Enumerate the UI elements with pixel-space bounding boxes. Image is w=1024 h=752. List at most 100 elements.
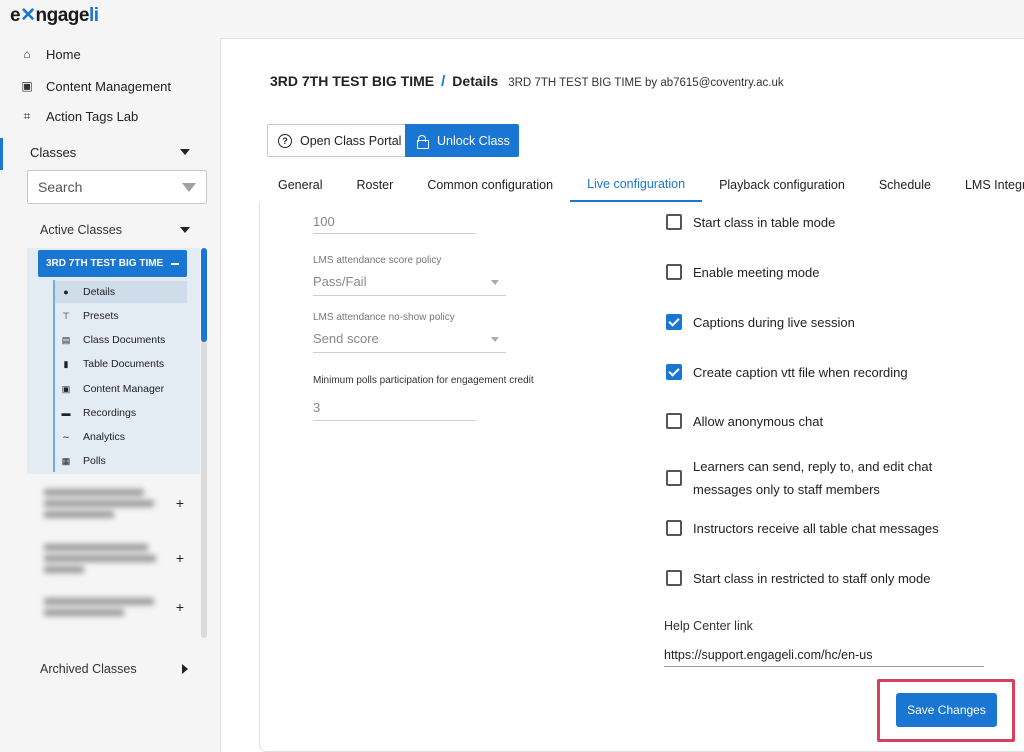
checkbox-label-line: messages only to staff members [693,482,880,497]
checkbox-label: Learners can send, reply to, and edit ch… [693,455,932,501]
checkbox[interactable] [666,413,682,429]
checkbox-restricted-staff[interactable]: Start class in restricted to staff only … [666,570,930,586]
class-item-table-documents[interactable]: ▮ Table Documents [55,353,187,375]
dropdown-caret-icon[interactable] [491,280,499,285]
tab-general[interactable]: General [261,167,339,202]
filter-icon[interactable] [182,182,196,192]
class-item-content-manager[interactable]: ▣ Content Manager [55,378,187,400]
app-logo[interactable]: e✕ngageli [10,4,99,27]
breadcrumb-course[interactable]: 3RD 7TH TEST BIG TIME [270,73,434,89]
class-item-label: Details [83,286,116,298]
help-center-input[interactable] [664,643,984,667]
tab-lms-integration[interactable]: LMS Integration [948,167,1024,202]
field-underline [313,420,476,421]
main-panel: 3RD 7TH TEST BIG TIME / Details 3RD 7TH … [220,38,1024,752]
recordings-icon: ▬ [61,408,71,418]
chevron-right-icon [182,664,188,674]
nav-content-management[interactable]: ▣ Content Management [20,75,171,97]
logo-mid: ngage [35,5,90,26]
polls-participation-field[interactable]: 3 [313,400,320,415]
lock-icon [417,134,429,149]
noshow-policy-label: LMS attendance no-show policy [313,312,455,323]
class-item-recordings[interactable]: ▬ Recordings [55,402,187,424]
checkbox-meeting-mode[interactable]: Enable meeting mode [666,264,819,280]
help-center-label: Help Center link [664,619,753,633]
search-input[interactable] [38,179,168,195]
tags-icon: ⌗ [23,108,31,123]
checkbox[interactable] [666,364,682,380]
blurred-class-name [44,588,162,626]
blurred-class-name [44,539,162,577]
checkbox-label: Captions during live session [693,314,855,330]
presets-icon: ⊤ [62,310,70,321]
class-item-class-documents[interactable]: ▤ Class Documents [55,329,187,351]
open-class-portal-label: Open Class Portal [300,133,402,148]
dropdown-caret-icon[interactable] [491,337,499,342]
class-item-label: Recordings [83,407,137,419]
classes-active-indicator [0,138,3,170]
nav-home[interactable]: ⌂ Home [20,43,81,65]
documents-icon: ▤ [61,334,71,345]
checkbox[interactable] [666,214,682,230]
nav-home-label: Home [46,46,81,62]
attendance-policy-label: LMS attendance score policy [313,255,442,266]
field-underline [313,352,506,353]
help-icon: ? [278,133,292,148]
page-subtitle: 3RD 7TH TEST BIG TIME by ab7615@coventry… [508,77,784,89]
expand-icon[interactable]: + [176,599,184,615]
archived-classes-toggle[interactable]: Archived Classes [40,660,188,678]
selected-class-item[interactable]: 3RD 7TH TEST BIG TIME [38,250,187,277]
checkbox[interactable] [666,264,682,280]
active-classes-label: Active Classes [40,223,122,237]
checkbox-label: Create caption vtt file when recording [693,364,908,380]
checkbox-anonymous-chat[interactable]: Allow anonymous chat [666,413,823,429]
expand-icon[interactable]: + [176,495,184,511]
checkbox-label: Start class in table mode [693,214,836,230]
class-item-label: Content Manager [83,383,165,395]
checkbox[interactable] [666,570,682,586]
checkbox-table-mode[interactable]: Start class in table mode [666,214,835,230]
tab-live-configuration[interactable]: Live configuration [570,167,703,202]
checkbox-instructors-table-chat[interactable]: Instructors receive all table chat messa… [666,520,939,536]
checkbox-captions-live[interactable]: Captions during live session [666,314,855,330]
class-item-presets[interactable]: ⊤ Presets [55,305,187,327]
checkbox[interactable] [666,520,682,536]
archived-classes-label: Archived Classes [40,662,137,676]
number-field-value[interactable]: 100 [313,214,335,229]
nav-action-tags-lab[interactable]: ⌗ Action Tags Lab [20,105,139,127]
checkbox-learners-chat-staff[interactable]: Learners can send, reply to, and edit ch… [666,455,932,501]
save-changes-button[interactable]: Save Changes [896,693,997,727]
classes-label: Classes [30,144,77,160]
checkbox-label: Start class in restricted to staff only … [693,570,931,586]
class-list-item[interactable]: + [44,586,184,628]
class-list-item[interactable]: + [44,482,184,524]
polls-icon: ▦ [61,455,71,466]
tab-playback-configuration[interactable]: Playback configuration [702,167,862,202]
attendance-policy-select[interactable]: Pass/Fail [313,274,366,289]
noshow-policy-select[interactable]: Send score [313,331,379,346]
class-item-label: Table Documents [83,358,165,370]
class-item-polls[interactable]: ▦ Polls [55,450,187,472]
unlock-class-button[interactable]: Unlock Class [405,124,519,157]
class-item-analytics[interactable]: ∼ Analytics [55,426,187,448]
unlock-class-label: Unlock Class [437,133,510,148]
active-classes-toggle[interactable]: Active Classes [40,221,190,239]
tab-schedule[interactable]: Schedule [862,167,948,202]
expand-icon[interactable]: + [176,550,184,566]
chevron-down-icon [180,227,190,233]
collapse-icon[interactable] [171,262,179,265]
sidebar-scroll-thumb[interactable] [201,248,207,342]
polls-participation-label: Minimum polls participation for engageme… [313,375,534,386]
classes-toggle[interactable]: Classes [30,142,190,162]
class-item-details[interactable]: ● Details [55,281,187,303]
tab-roster[interactable]: Roster [339,167,410,202]
checkbox[interactable] [666,314,682,330]
checkbox[interactable] [666,470,682,486]
open-class-portal-button[interactable]: ? Open Class Portal [267,124,406,157]
field-underline [313,295,506,296]
class-list-item[interactable]: + [44,537,184,579]
class-item-label: Polls [83,455,106,467]
checkbox-label: Allow anonymous chat [693,413,824,429]
tab-common-configuration[interactable]: Common configuration [410,167,570,202]
checkbox-caption-vtt[interactable]: Create caption vtt file when recording [666,364,908,380]
